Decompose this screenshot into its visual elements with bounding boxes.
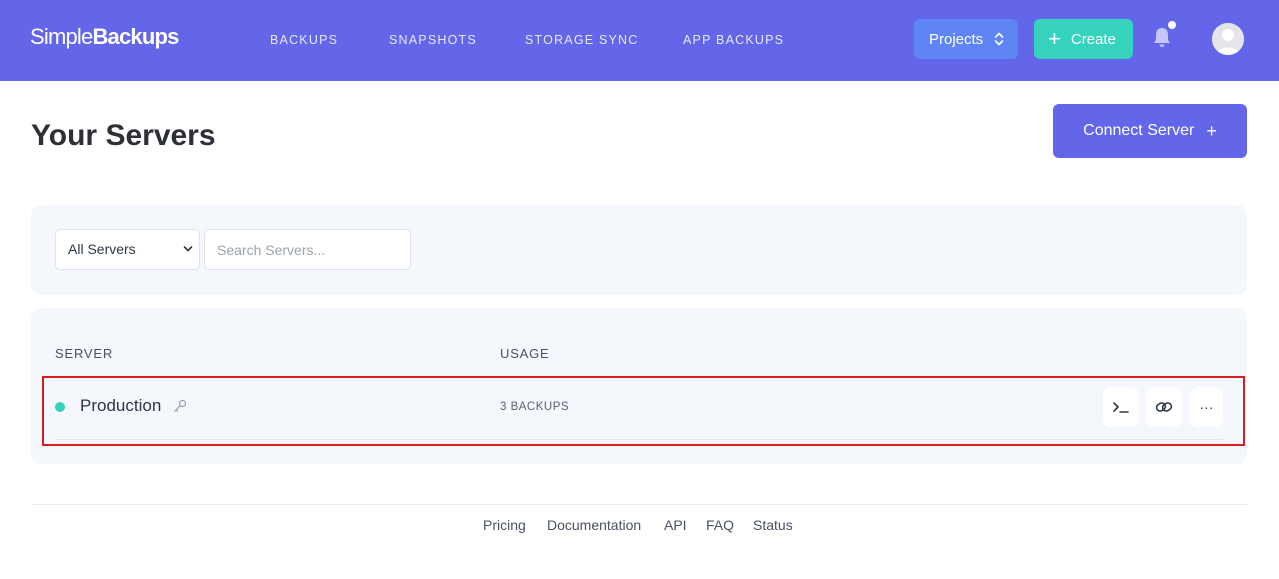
row-divider: [55, 439, 1223, 440]
notification-dot: [1168, 21, 1176, 29]
link-button[interactable]: [1146, 387, 1182, 427]
page-title: Your Servers: [31, 119, 216, 152]
logo[interactable]: SimpleBackups: [30, 24, 179, 50]
logo-text-backups: Backups: [92, 24, 179, 49]
footer-link-api[interactable]: API: [664, 517, 687, 533]
projects-dropdown[interactable]: Projects: [914, 19, 1018, 59]
avatar[interactable]: [1212, 23, 1244, 55]
connect-server-button[interactable]: Connect Server +: [1053, 104, 1247, 158]
terminal-icon: [1113, 402, 1129, 413]
create-button[interactable]: + Create: [1034, 19, 1133, 59]
nav-app-backups[interactable]: APP BACKUPS: [683, 33, 784, 47]
logo-text-simple: Simple: [30, 24, 93, 49]
search-input[interactable]: [204, 229, 411, 270]
footer-link-faq[interactable]: FAQ: [706, 517, 734, 533]
plus-icon: +: [1048, 26, 1061, 51]
column-header-server: SERVER: [55, 346, 114, 361]
server-name-link[interactable]: Production: [80, 396, 161, 416]
server-filter-select[interactable]: All Servers: [55, 229, 200, 270]
server-filter-value: All Servers: [68, 241, 136, 257]
key-icon: [174, 399, 187, 412]
nav-snapshots[interactable]: SNAPSHOTS: [389, 33, 477, 47]
table-row[interactable]: [42, 376, 1245, 446]
footer-divider: [31, 504, 1247, 505]
terminal-button[interactable]: [1103, 387, 1139, 427]
footer-link-documentation[interactable]: Documentation: [547, 517, 641, 533]
nav-backups[interactable]: BACKUPS: [270, 33, 338, 47]
projects-label: Projects: [929, 30, 984, 48]
link-icon: [1155, 402, 1173, 412]
connect-server-label: Connect Server: [1083, 122, 1195, 139]
more-icon: ···: [1199, 399, 1214, 415]
bell-icon[interactable]: [1152, 26, 1172, 48]
status-indicator: [55, 402, 65, 412]
chevron-down-icon: [183, 246, 193, 252]
usage-value: 3 BACKUPS: [500, 401, 570, 413]
avatar-icon: [1212, 23, 1244, 55]
plus-icon: +: [1206, 120, 1217, 141]
nav-storage-sync[interactable]: STORAGE SYNC: [525, 33, 639, 47]
footer-link-pricing[interactable]: Pricing: [483, 517, 526, 533]
column-header-usage: USAGE: [500, 346, 550, 361]
footer-link-status[interactable]: Status: [753, 517, 793, 533]
more-options-button[interactable]: ···: [1190, 387, 1223, 427]
chevron-updown-icon: [994, 32, 1004, 46]
create-label: Create: [1070, 30, 1116, 48]
